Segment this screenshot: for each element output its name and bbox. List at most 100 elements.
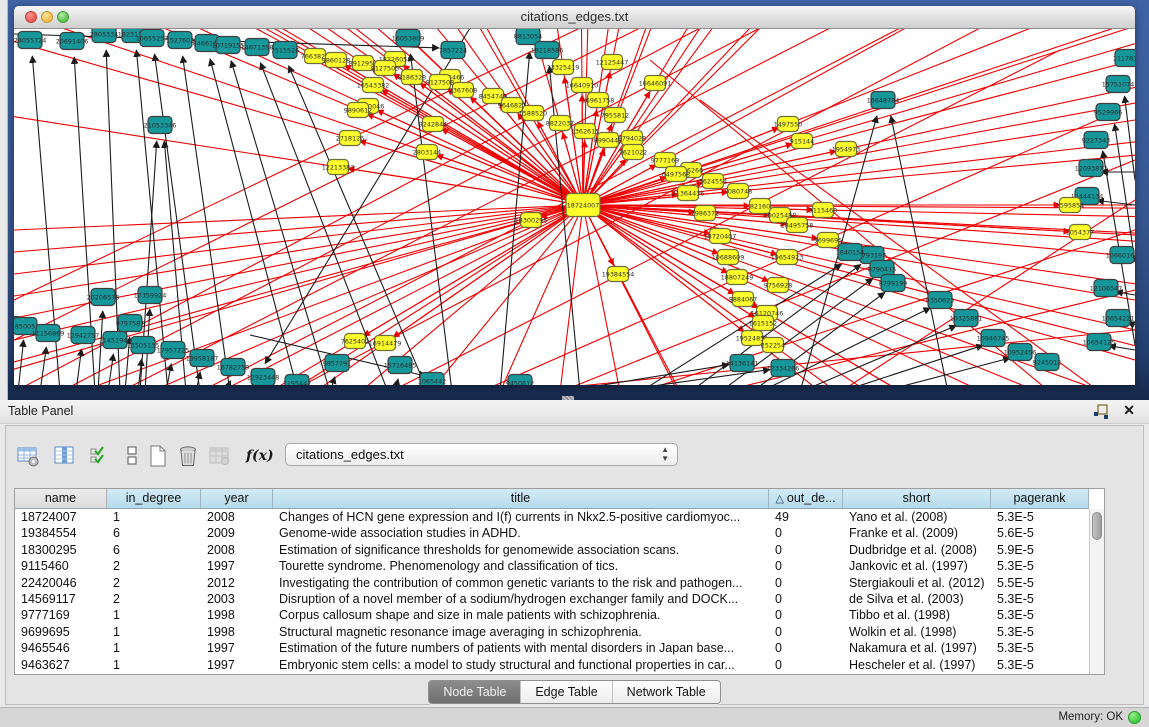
network-node[interactable]: 9884067 (729, 292, 757, 307)
network-node[interactable]: 12923448 (247, 369, 280, 386)
network-node[interactable]: 12106547 (1090, 280, 1123, 297)
network-node[interactable]: 9115460 (809, 203, 837, 218)
table-row[interactable]: 969969511998Structural magnetic resonanc… (15, 624, 1104, 640)
network-node[interactable]: 1054377 (1066, 225, 1094, 240)
network-node[interactable]: 1065442 (418, 373, 446, 386)
table-row[interactable]: 1938455462009Genome-wide association stu… (15, 525, 1104, 541)
network-node[interactable]: 9529966 (1094, 104, 1122, 121)
network-canvas[interactable]: 24055724 20691406 2805334 18231174 10655… (14, 29, 1135, 385)
network-node[interactable]: 20691406 (56, 33, 89, 50)
network-node[interactable]: 7625402 (341, 334, 369, 349)
close-panel-icon[interactable]: ✕ (1123, 402, 1135, 419)
network-node[interactable]: 9227343 (1082, 132, 1110, 149)
network-node[interactable]: 19218586 (531, 42, 564, 59)
network-node[interactable]: 12093872 (1075, 160, 1108, 177)
column-header-out_degree[interactable]: △out_de... (769, 489, 843, 509)
network-node[interactable]: 14671358 (241, 39, 274, 56)
network-node[interactable]: 2367608 (449, 83, 477, 98)
function-builder-icon[interactable]: f(x) (246, 448, 270, 472)
network-node[interactable]: 9777169 (651, 153, 679, 168)
network-node[interactable]: 1954973 (832, 142, 860, 157)
network-node[interactable]: 18724007 (566, 194, 600, 217)
network-node[interactable]: 1621022 (619, 145, 647, 160)
tab-node-table[interactable]: Node Table (429, 681, 520, 703)
network-node[interactable]: 9245012 (1033, 354, 1061, 371)
table-source-dropdown[interactable]: citations_edges.txt ▲▼ (285, 443, 678, 466)
network-node[interactable]: 3624554 (699, 174, 727, 189)
row-select-icon[interactable] (88, 444, 112, 468)
network-node[interactable]: 16543382 (357, 78, 390, 93)
network-node[interactable]: 1497550 (774, 117, 802, 132)
network-node[interactable]: 10654125 (1083, 334, 1116, 351)
tab-edge-table[interactable]: Edge Table (520, 681, 611, 703)
network-node[interactable]: 1117834 (1113, 50, 1135, 67)
table-row[interactable]: 1456911722003Disruption of a novel membe… (15, 591, 1104, 607)
network-node[interactable]: 10654221 (1102, 310, 1135, 327)
network-node[interactable]: 8799199 (879, 275, 907, 292)
table-row[interactable]: 946362711997Embryonic stem cells: a mode… (15, 657, 1104, 673)
column-header-in_degree[interactable]: in_degree (107, 489, 201, 509)
network-node[interactable]: 16640910 (566, 78, 599, 93)
network-node[interactable]: 20206576 (87, 289, 120, 306)
table-row[interactable]: 1830029562008Estimation of significance … (15, 542, 1104, 558)
column-header-pagerank[interactable]: pagerank (991, 489, 1089, 509)
delete-column-icon[interactable] (176, 444, 200, 468)
network-node[interactable]: 16053809 (392, 30, 425, 47)
network-node[interactable]: 19958187 (186, 350, 219, 367)
column-header-name[interactable]: name (15, 489, 107, 509)
network-node[interactable]: 15716485 (384, 357, 417, 374)
table-scrollbar[interactable] (1089, 509, 1104, 674)
network-node[interactable]: 10719155 (212, 37, 245, 54)
network-node[interactable]: 17334266 (767, 360, 800, 377)
network-node[interactable]: 10325881 (950, 310, 983, 327)
network-node[interactable]: 14136141 (726, 355, 759, 372)
network-node[interactable]: 6794028 (618, 131, 646, 146)
network-node[interactable]: 1840154 (836, 244, 864, 261)
network-node[interactable]: 1595854 (1056, 198, 1084, 213)
import-table-icon[interactable] (208, 444, 232, 468)
network-node[interactable]: 9890612 (344, 103, 372, 118)
network-node[interactable]: 10952456 (1004, 344, 1037, 361)
table-row[interactable]: 911546021997Tourette syndrome. Phenomeno… (15, 558, 1104, 574)
table-mode-icon[interactable] (16, 444, 40, 468)
network-node[interactable]: 6497568 (662, 167, 690, 182)
network-node[interactable]: 2718126 (336, 131, 364, 146)
network-node[interactable]: 7515526 (271, 42, 299, 59)
network-node[interactable]: 16961758 (582, 93, 615, 108)
table-row[interactable]: 2242004622012Investigating the contribut… (15, 575, 1104, 591)
network-node[interactable]: 9450612 (506, 375, 534, 386)
network-node[interactable]: 17957225 (157, 342, 190, 359)
network-node[interactable]: 1195442 (283, 375, 311, 386)
column-visibility-icon[interactable] (53, 444, 77, 468)
scrollbar-thumb[interactable] (1092, 512, 1102, 540)
network-node[interactable]: 7986372 (691, 206, 719, 221)
network-node[interactable]: 10660164 (1106, 247, 1135, 264)
network-node[interactable]: 252254 (761, 338, 785, 353)
network-node[interactable]: 2805334 (90, 29, 118, 43)
network-node[interactable]: 10946745 (977, 330, 1010, 347)
network-node[interactable]: 9127505 (371, 61, 399, 76)
network-node[interactable]: 1588520 (519, 106, 547, 121)
network-node[interactable]: 11156869 (32, 325, 65, 342)
network-node[interactable]: 15751074 (1102, 76, 1135, 93)
column-header-short[interactable]: short (843, 489, 991, 509)
table-row[interactable]: 977716911998Corpus callosum shape and si… (15, 607, 1104, 623)
network-node[interactable]: 12942757 (67, 327, 100, 344)
network-node[interactable]: 9756928 (764, 278, 792, 293)
network-window-titlebar[interactable]: citations_edges.txt (14, 6, 1135, 29)
network-node[interactable]: 2803144 (413, 145, 441, 160)
network-node[interactable]: 16648784 (867, 92, 900, 109)
network-node[interactable]: 10688609 (712, 250, 745, 265)
network-node[interactable]: 8186328 (398, 70, 426, 85)
new-column-icon[interactable] (146, 444, 170, 468)
network-node[interactable]: 12125447 (596, 55, 629, 70)
network-node[interactable]: 9242844 (419, 117, 447, 132)
network-node[interactable]: 13505135 (127, 337, 160, 354)
network-node[interactable]: 9699695 (814, 233, 842, 248)
paired-rows-icon[interactable] (120, 444, 144, 468)
table-row[interactable]: 946554611997Estimation of the future num… (15, 640, 1104, 656)
network-node[interactable]: 9860128 (322, 53, 350, 68)
table-row[interactable]: 1872400712008Changes of HCN gene express… (15, 509, 1104, 525)
float-panel-icon[interactable] (1093, 404, 1109, 419)
network-node[interactable]: 9350623 (926, 292, 954, 309)
